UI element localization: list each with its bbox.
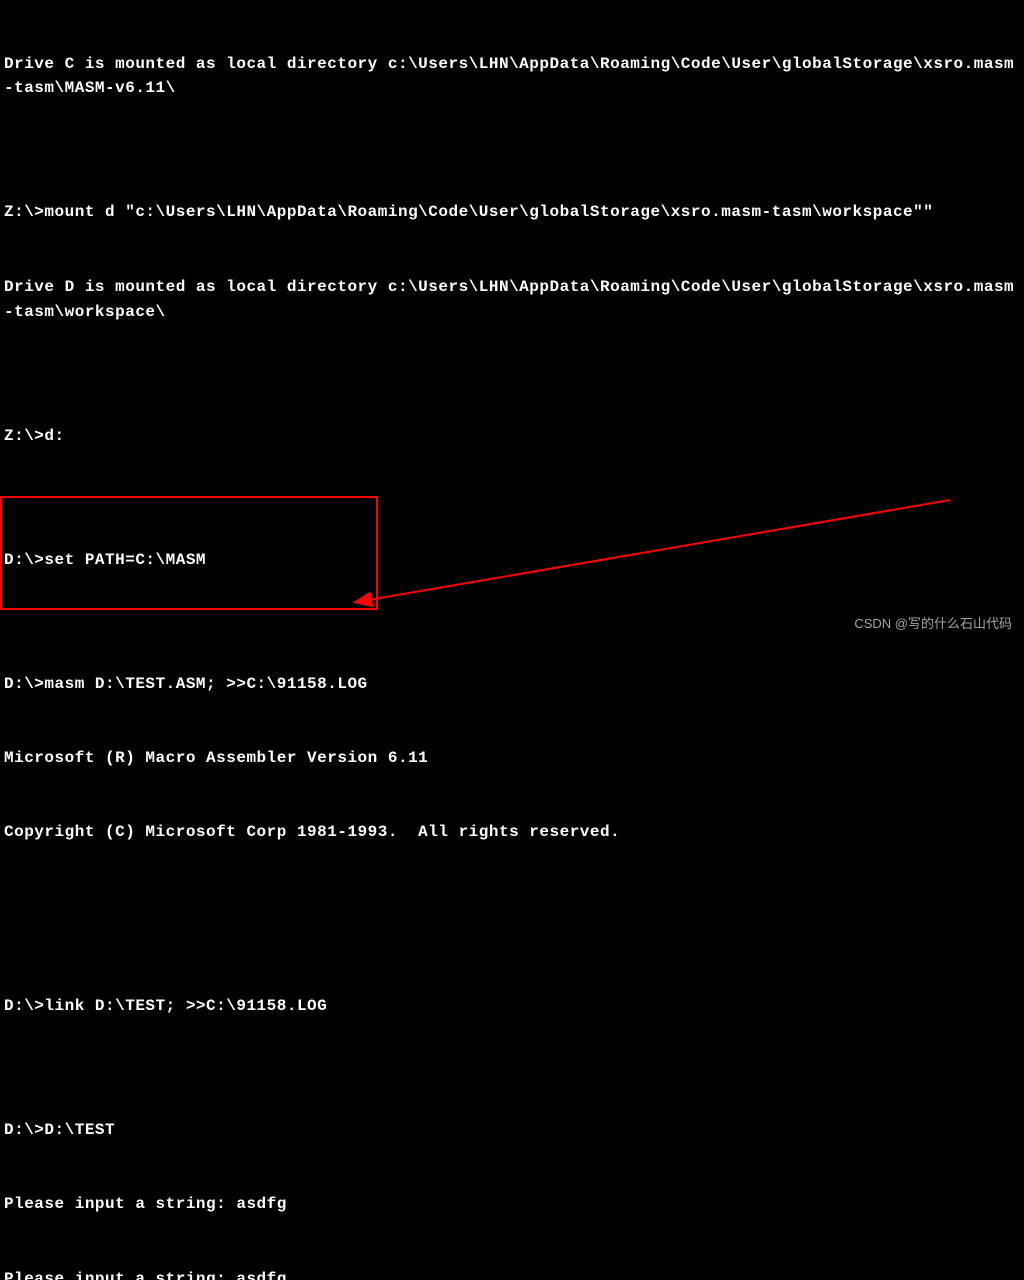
terminal-line: Z:\>mount d "c:\Users\LHN\AppData\Roamin… — [4, 200, 1020, 225]
terminal-line: Drive D is mounted as local directory c:… — [4, 275, 1020, 325]
terminal-line: D:\>masm D:\TEST.ASM; >>C:\91158.LOG — [4, 672, 1020, 697]
terminal-output[interactable]: Drive C is mounted as local directory c:… — [4, 2, 1020, 1280]
terminal-line: D:\>link D:\TEST; >>C:\91158.LOG — [4, 994, 1020, 1019]
terminal-line: Drive C is mounted as local directory c:… — [4, 52, 1020, 102]
terminal-line: Z:\>d: — [4, 424, 1020, 449]
terminal-line: D:\>set PATH=C:\MASM — [4, 548, 1020, 573]
terminal-line: D:\>D:\TEST — [4, 1118, 1020, 1143]
terminal-line: Copyright (C) Microsoft Corp 1981-1993. … — [4, 820, 1020, 845]
terminal-line: Microsoft (R) Macro Assembler Version 6.… — [4, 746, 1020, 771]
terminal-line: Please input a string: asdfg — [4, 1192, 1020, 1217]
terminal-line: Please input a string: asdfg — [4, 1267, 1020, 1280]
watermark: CSDN @写的什么石山代码 — [854, 614, 1012, 634]
